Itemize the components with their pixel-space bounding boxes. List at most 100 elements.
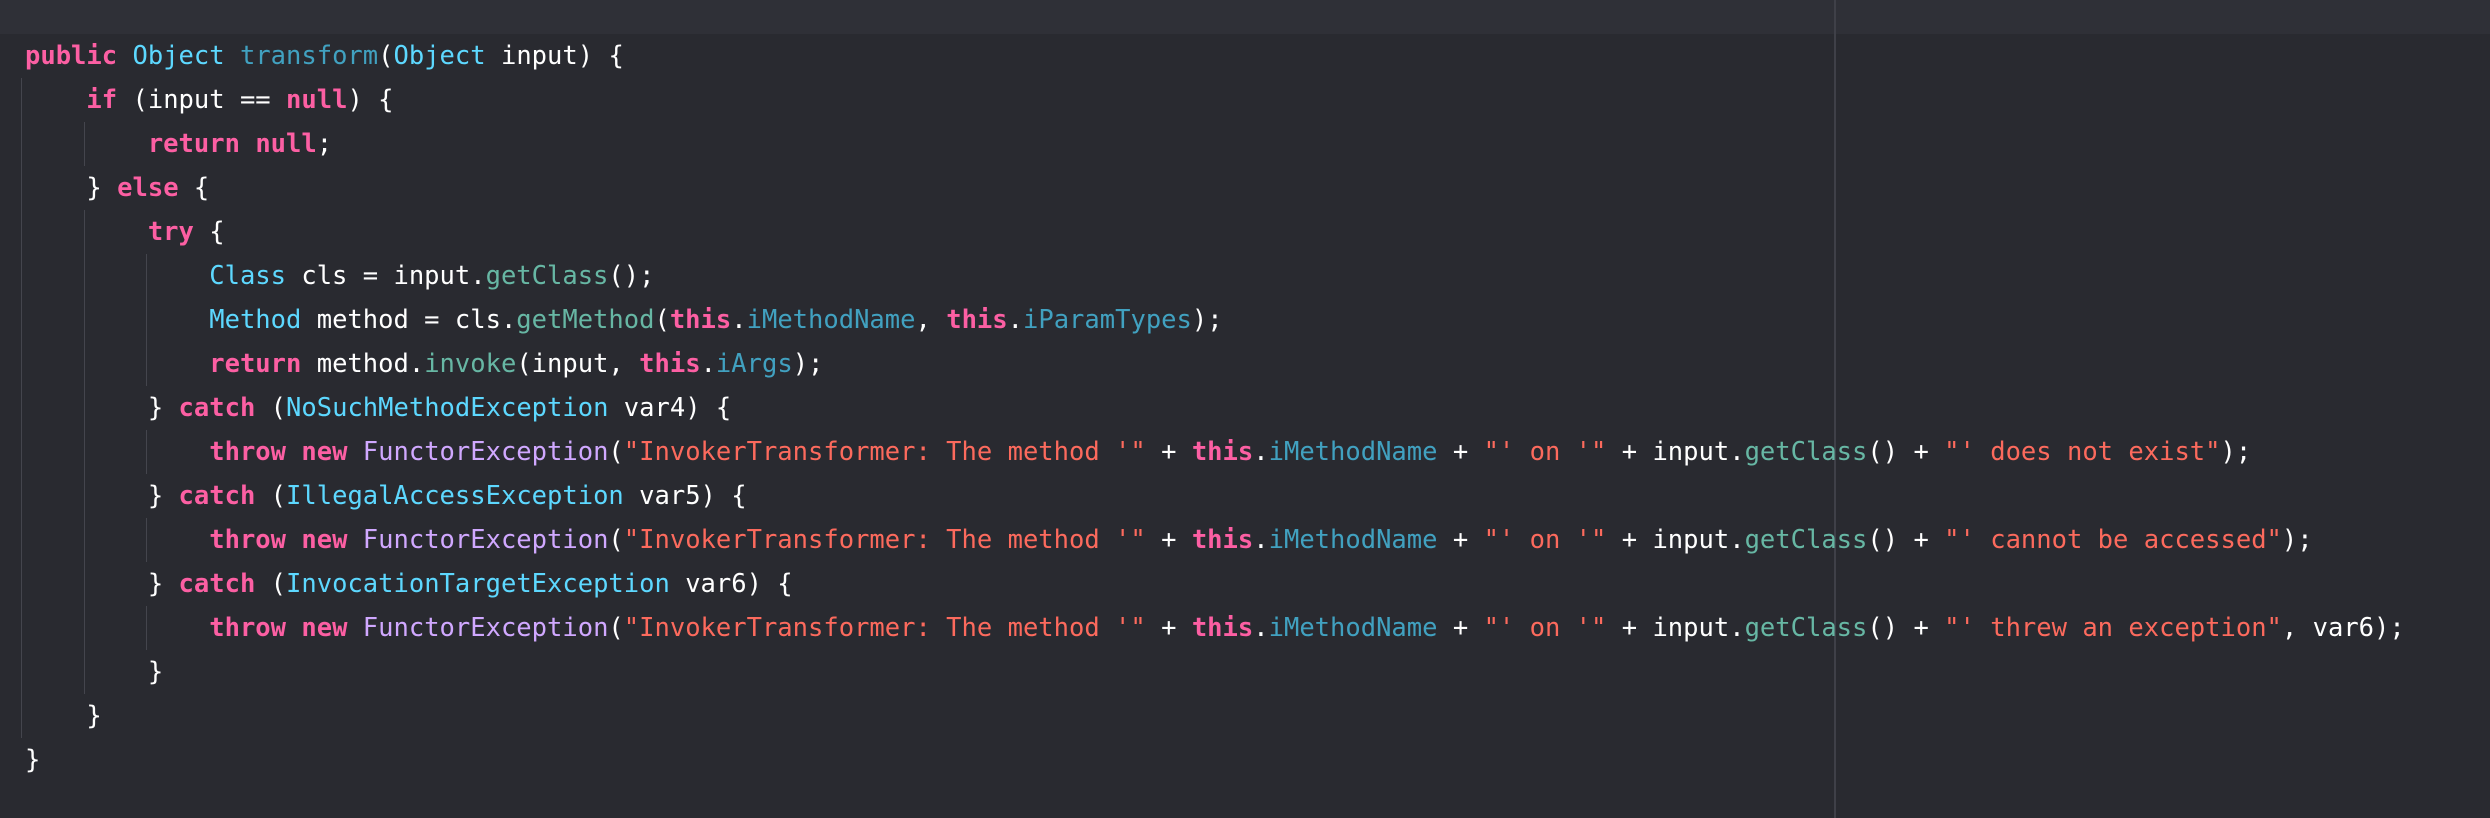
code-token-plain: cls = input. <box>286 261 486 291</box>
code-token-plain: ); <box>2220 437 2252 467</box>
indent-guide <box>21 562 22 606</box>
indent-guide <box>84 650 86 694</box>
indent-guide <box>21 122 22 166</box>
code-token-plain: (input == <box>117 85 287 115</box>
code-token-keyword: this <box>639 349 701 379</box>
code-token-plain: var6) { <box>669 569 793 599</box>
code-editor[interactable]: public Object transform(Object input) { … <box>0 0 2490 818</box>
code-token-plain: (input, <box>516 349 640 379</box>
code-token-plain: var4) { <box>608 393 732 423</box>
code-token-field: iMethodName <box>746 305 916 335</box>
code-token-method-call: invoke <box>424 349 517 379</box>
code-token-field: iMethodName <box>1268 525 1438 555</box>
code-token-plain: + input. <box>1606 613 1745 643</box>
code-line[interactable]: } <box>21 650 2405 694</box>
code-token-plain: () + <box>1867 613 1945 643</box>
code-token-plain: , <box>915 305 947 335</box>
code-token-string: "' on '" <box>1483 437 1607 467</box>
indent-guide <box>145 606 147 650</box>
indent-guide <box>21 254 22 298</box>
code-token-field: iMethodName <box>1268 437 1438 467</box>
code-token-keyword: return <box>147 129 240 159</box>
code-token-string: "InvokerTransformer: The method '" <box>623 525 1146 555</box>
code-token-plain: method = cls. <box>301 305 517 335</box>
code-line[interactable]: } catch (InvocationTargetException var6)… <box>21 562 2405 606</box>
code-line[interactable]: try { <box>21 210 2405 254</box>
code-line[interactable]: return method.invoke(input, this.iArgs); <box>21 342 2405 386</box>
indent-guide <box>84 342 86 386</box>
code-token-keyword: throw <box>209 613 286 643</box>
code-line[interactable]: Class cls = input.getClass(); <box>21 254 2405 298</box>
indent-guide <box>84 210 86 254</box>
code-token-string: "InvokerTransformer: The method '" <box>623 613 1146 643</box>
code-token-plain: ( <box>255 393 287 423</box>
code-token-keyword: catch <box>178 569 256 599</box>
code-line[interactable]: Method method = cls.getMethod(this.iMeth… <box>21 298 2405 342</box>
code-token-keyword: null <box>286 85 348 115</box>
code-line[interactable]: } <box>21 694 2405 738</box>
code-token-plain: . <box>1253 613 1269 643</box>
code-token-method-call: getClass <box>1744 525 1868 555</box>
code-token-keyword: public <box>25 41 118 71</box>
code-token-plain: ( <box>608 525 624 555</box>
code-line[interactable]: throw new FunctorException("InvokerTrans… <box>21 518 2405 562</box>
code-line[interactable]: } else { <box>21 166 2405 210</box>
code-token-plain: } <box>86 701 102 731</box>
code-token-plain: + <box>1145 437 1192 467</box>
code-token-type: Class <box>209 261 286 291</box>
indent-guide <box>21 78 22 122</box>
indent-guide <box>21 386 22 430</box>
code-token-plain: ( <box>608 613 624 643</box>
code-token-string: "' threw an exception" <box>1944 613 2282 643</box>
indent-guide <box>84 606 86 650</box>
code-token-plain: ( <box>608 437 624 467</box>
indent-guide <box>84 518 86 562</box>
indent-guide <box>145 518 147 562</box>
code-token-field: iMethodName <box>1268 613 1438 643</box>
code-token-keyword: catch <box>178 393 256 423</box>
code-token-keyword: new <box>301 525 348 555</box>
code-token-plain: input) { <box>485 41 624 71</box>
indent-guide <box>21 210 22 254</box>
code-token-plain: + <box>1437 437 1484 467</box>
indent-guide <box>21 298 22 342</box>
code-token-type: Method <box>209 305 302 335</box>
code-token-plain: + input. <box>1606 525 1745 555</box>
code-token-plain: ) { <box>347 85 394 115</box>
code-line[interactable]: if (input == null) { <box>21 78 2405 122</box>
code-token-field: iArgs <box>715 349 793 379</box>
code-token-plain: . <box>1007 305 1023 335</box>
code-token-plain: var5) { <box>623 481 747 511</box>
code-line[interactable]: public Object transform(Object input) { <box>25 34 2405 78</box>
code-token-plain: . <box>700 349 716 379</box>
indent-guide <box>145 342 147 386</box>
code-line[interactable]: throw new FunctorException("InvokerTrans… <box>21 430 2405 474</box>
code-line[interactable]: return null; <box>21 122 2405 166</box>
code-token-class-ref: FunctorException <box>362 613 609 643</box>
code-area[interactable]: public Object transform(Object input) { … <box>21 34 2405 782</box>
indent-guide <box>21 650 22 694</box>
code-token-plain: } <box>147 569 179 599</box>
code-token-method-call: getClass <box>1744 437 1868 467</box>
code-token-plain: (); <box>608 261 655 291</box>
code-token-type: IllegalAccessException <box>286 481 624 511</box>
code-line[interactable]: throw new FunctorException("InvokerTrans… <box>21 606 2405 650</box>
code-token-keyword: catch <box>178 481 256 511</box>
indent-guide <box>145 430 147 474</box>
code-token-keyword: this <box>669 305 732 335</box>
code-token-plain: . <box>1253 437 1269 467</box>
indent-guide <box>21 474 22 518</box>
code-line[interactable]: } catch (NoSuchMethodException var4) { <box>21 386 2405 430</box>
code-line[interactable]: } <box>25 738 2405 782</box>
code-token-type: NoSuchMethodException <box>286 393 609 423</box>
code-token-plain: } <box>147 393 179 423</box>
indent-guide <box>145 254 147 298</box>
code-line[interactable]: } catch (IllegalAccessException var5) { <box>21 474 2405 518</box>
